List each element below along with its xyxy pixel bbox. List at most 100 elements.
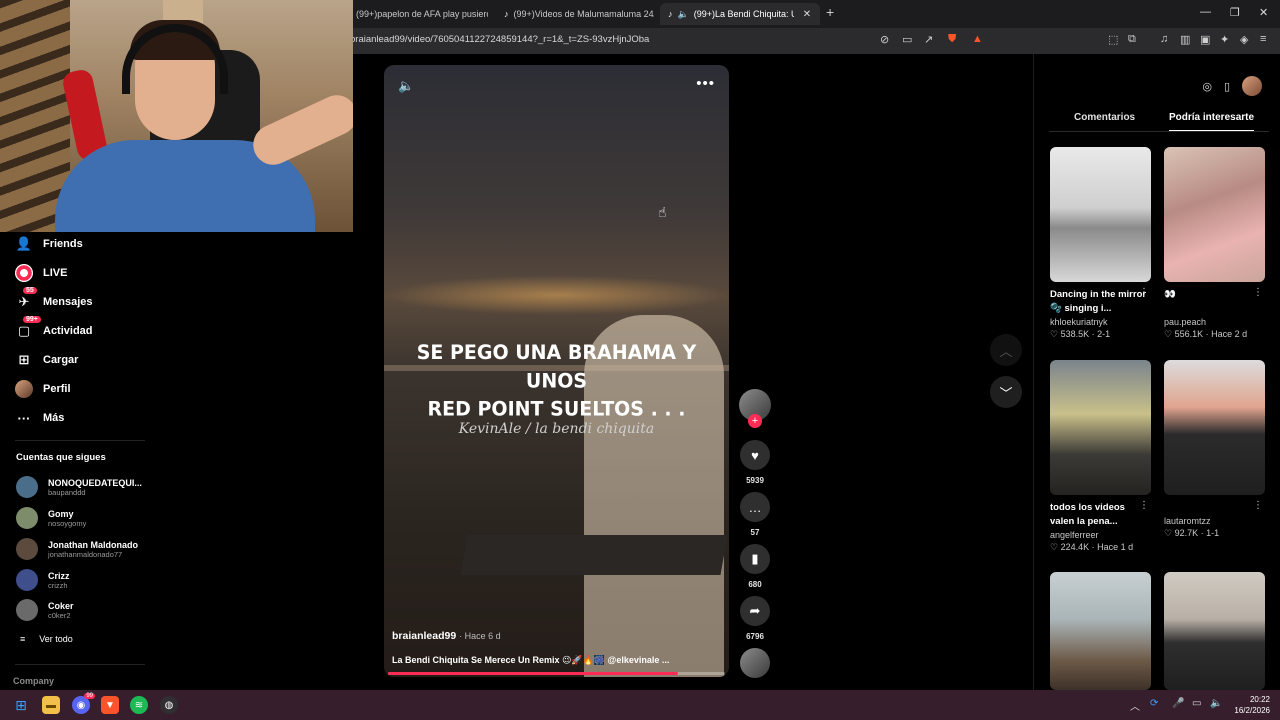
sidebar-item-friends[interactable]: 👤 Friends bbox=[15, 235, 83, 253]
video-thumbnail[interactable] bbox=[1164, 147, 1265, 282]
following-name: NONOQUEDATEQUI... bbox=[48, 477, 142, 488]
caption-line-1: SE PEGO UNA BRAHAMA Y UNOS bbox=[416, 341, 697, 393]
clock-date: 16/2/2026 bbox=[1234, 706, 1270, 715]
sidebar-item-live[interactable]: LIVE bbox=[15, 264, 67, 282]
url-text[interactable]: braianlead99/video/7605041122724859144?_… bbox=[350, 34, 649, 45]
picture-in-picture-icon[interactable]: ▭ bbox=[902, 33, 912, 46]
video-author[interactable]: braianlead99 · Hace 6 d bbox=[392, 630, 501, 642]
menu-icon[interactable]: ≡ bbox=[1260, 33, 1266, 45]
media-icon[interactable]: ♫ bbox=[1160, 33, 1168, 45]
mouse-cursor-icon: ☝ bbox=[658, 204, 667, 220]
brave-rewards-icon[interactable]: ▲ bbox=[972, 33, 983, 45]
microphone-icon[interactable]: 🎤 bbox=[1172, 698, 1184, 709]
card-title: todos los videos valen la pena... bbox=[1050, 502, 1125, 527]
more-options-icon[interactable]: ••• bbox=[696, 75, 715, 92]
new-tab-button[interactable]: + bbox=[826, 4, 834, 20]
no-tracking-icon[interactable]: ⊘ bbox=[880, 33, 889, 46]
suggested-video-card[interactable] bbox=[1050, 572, 1151, 690]
share-icon[interactable]: ↗ bbox=[924, 33, 933, 46]
card-user[interactable]: lautaromtzz bbox=[1164, 516, 1265, 526]
leo-icon[interactable]: ✦ bbox=[1220, 33, 1229, 46]
card-user[interactable]: angelferreer bbox=[1050, 530, 1151, 540]
extensions-icon[interactable]: ⬚ bbox=[1108, 33, 1118, 46]
discord-icon[interactable]: ◉ 99 bbox=[72, 693, 95, 714]
video-thumbnail[interactable] bbox=[1050, 147, 1151, 282]
more-vertical-icon[interactable]: ⋮ bbox=[1139, 287, 1149, 298]
volume-icon[interactable]: 🔈 bbox=[1210, 698, 1222, 709]
tab-malumamaluma[interactable]: ♪ (99+)Videos de Malumamaluma 24/7 bbox=[496, 3, 654, 25]
suggested-video-card[interactable]: 👀 ⋮ pau.peach ♡ 556.1K · Hace 2 d bbox=[1164, 147, 1265, 340]
chevron-up-icon[interactable]: ︿ bbox=[1130, 698, 1140, 713]
video-player[interactable]: 🔈 ••• SE PEGO UNA BRAHAMA Y UNOS RED POI… bbox=[384, 65, 729, 677]
suggested-video-card[interactable] bbox=[1164, 572, 1265, 690]
sidebar-item-upload[interactable]: ⊞ Cargar bbox=[15, 351, 79, 369]
tab-suggestions[interactable]: Podría interesarte bbox=[1169, 112, 1255, 132]
video-thumbnail[interactable] bbox=[1164, 572, 1265, 690]
minimize-icon[interactable]: — bbox=[1200, 6, 1211, 18]
video-thumbnail[interactable] bbox=[1050, 572, 1151, 690]
previous-video-button[interactable]: ︿ bbox=[990, 334, 1022, 366]
brave-shield-icon[interactable]: ⛊ bbox=[948, 33, 956, 46]
more-vertical-icon[interactable]: ⋮ bbox=[1253, 287, 1263, 298]
right-panel: ◎ ▯ Comentarios Podría interesarte Danci… bbox=[1033, 54, 1280, 690]
follow-plus-icon[interactable]: + bbox=[748, 414, 762, 428]
video-thumbnail[interactable] bbox=[1164, 360, 1265, 495]
network-icon[interactable]: ▭ bbox=[1192, 698, 1201, 709]
file-explorer-icon[interactable]: ▬ bbox=[42, 696, 60, 714]
system-clock[interactable]: 20:22 16/2/2026 bbox=[1234, 694, 1270, 716]
author-name[interactable]: braianlead99 bbox=[392, 630, 456, 642]
more-vertical-icon[interactable]: ⋮ bbox=[1253, 500, 1263, 511]
following-name: Gomy bbox=[48, 508, 74, 519]
following-item[interactable]: Gomy nosoygomy bbox=[16, 507, 86, 529]
sidebar-icon[interactable]: ▥ bbox=[1180, 33, 1190, 46]
tab-bendi-chiquita[interactable]: ♪ 🔈 (99+)La Bendi Chiquita: Un Re ✕ bbox=[660, 3, 820, 25]
see-all-button[interactable]: ≡ Ver todo bbox=[20, 634, 73, 644]
restore-icon[interactable]: ❐ bbox=[1230, 6, 1240, 19]
wallet-icon[interactable]: ▣ bbox=[1200, 33, 1210, 46]
phone-icon[interactable]: ▯ bbox=[1224, 80, 1230, 93]
volume-icon[interactable]: 🔈 bbox=[398, 78, 414, 94]
tab-bendi-chiquita-label: (99+)La Bendi Chiquita: Un Re bbox=[693, 9, 794, 19]
like-button[interactable]: ♥ 5939 bbox=[738, 440, 772, 485]
brave-browser-icon[interactable]: ▼ bbox=[101, 696, 119, 714]
obs-icon[interactable]: ◍ bbox=[160, 696, 178, 714]
cloud-sync-icon[interactable]: ⟳ bbox=[1150, 698, 1158, 709]
following-item[interactable]: NONOQUEDATEQUI... baupanddd bbox=[16, 476, 142, 498]
comment-button[interactable]: … 57 bbox=[738, 492, 772, 537]
next-video-button[interactable]: ﹀ bbox=[990, 376, 1022, 408]
tab-malumamaluma-label: (99+)Videos de Malumamaluma 24/7 bbox=[513, 9, 655, 19]
tab-close-icon[interactable]: ✕ bbox=[803, 9, 811, 20]
screen: (99+)papelon de AFA play pusieron e ♪ (9… bbox=[0, 0, 1280, 720]
screenshot-icon[interactable]: ⧉ bbox=[1128, 33, 1136, 46]
card-user[interactable]: pau.peach bbox=[1164, 317, 1265, 327]
following-item[interactable]: Jonathan Maldonado jonathanmaldonado77 bbox=[16, 538, 138, 560]
tab-comments[interactable]: Comentarios bbox=[1074, 112, 1135, 123]
company-link[interactable]: Company bbox=[13, 676, 54, 686]
following-item[interactable]: Coker c0ker2 bbox=[16, 599, 74, 621]
close-window-icon[interactable]: ✕ bbox=[1259, 6, 1268, 19]
sidebar-item-more[interactable]: ··· Más bbox=[15, 409, 65, 427]
card-user[interactable]: khloekuriatnyk bbox=[1050, 317, 1151, 327]
sidebar-item-messages[interactable]: ✈ 55 Mensajes bbox=[15, 287, 93, 311]
windows-start-icon[interactable]: ⊞ bbox=[12, 696, 30, 714]
sound-disc-button[interactable] bbox=[738, 648, 772, 678]
compass-icon[interactable]: ◎ bbox=[1202, 80, 1212, 93]
sidebar-item-profile[interactable]: Perfil bbox=[15, 380, 71, 398]
suggested-video-card[interactable]: todos los videos valen la pena... ⋮ ange… bbox=[1050, 360, 1151, 553]
spotify-icon[interactable]: ≋ bbox=[130, 696, 148, 714]
suggested-video-card[interactable]: ⋮ lautaromtzz ♡ 92.7K · 1-1 bbox=[1164, 360, 1265, 539]
following-item[interactable]: Crizz crizzh bbox=[16, 569, 70, 591]
more-vertical-icon[interactable]: ⋮ bbox=[1139, 500, 1149, 511]
suggested-video-card[interactable]: Dancing in the mirror 🫧 singing i... ⋮ k… bbox=[1050, 147, 1151, 340]
creator-avatar-button[interactable]: + bbox=[738, 389, 772, 428]
tab-afa[interactable]: (99+)papelon de AFA play pusieron e bbox=[348, 3, 488, 25]
right-panel-toolbar: ◎ ▯ bbox=[1202, 76, 1262, 96]
video-progress-bar[interactable] bbox=[388, 672, 725, 675]
avatar[interactable] bbox=[1242, 76, 1262, 96]
share-button[interactable]: ➦ 6796 bbox=[738, 596, 772, 641]
vpn-icon[interactable]: ◈ bbox=[1240, 33, 1248, 46]
video-thumbnail[interactable] bbox=[1050, 360, 1151, 495]
video-description[interactable]: La Bendi Chiquita Se Merece Un Remix 😉🚀🔥… bbox=[392, 655, 712, 666]
sidebar-item-activity[interactable]: ▢ 99+ Actividad bbox=[15, 316, 93, 340]
save-button[interactable]: ▮ 680 bbox=[738, 544, 772, 589]
